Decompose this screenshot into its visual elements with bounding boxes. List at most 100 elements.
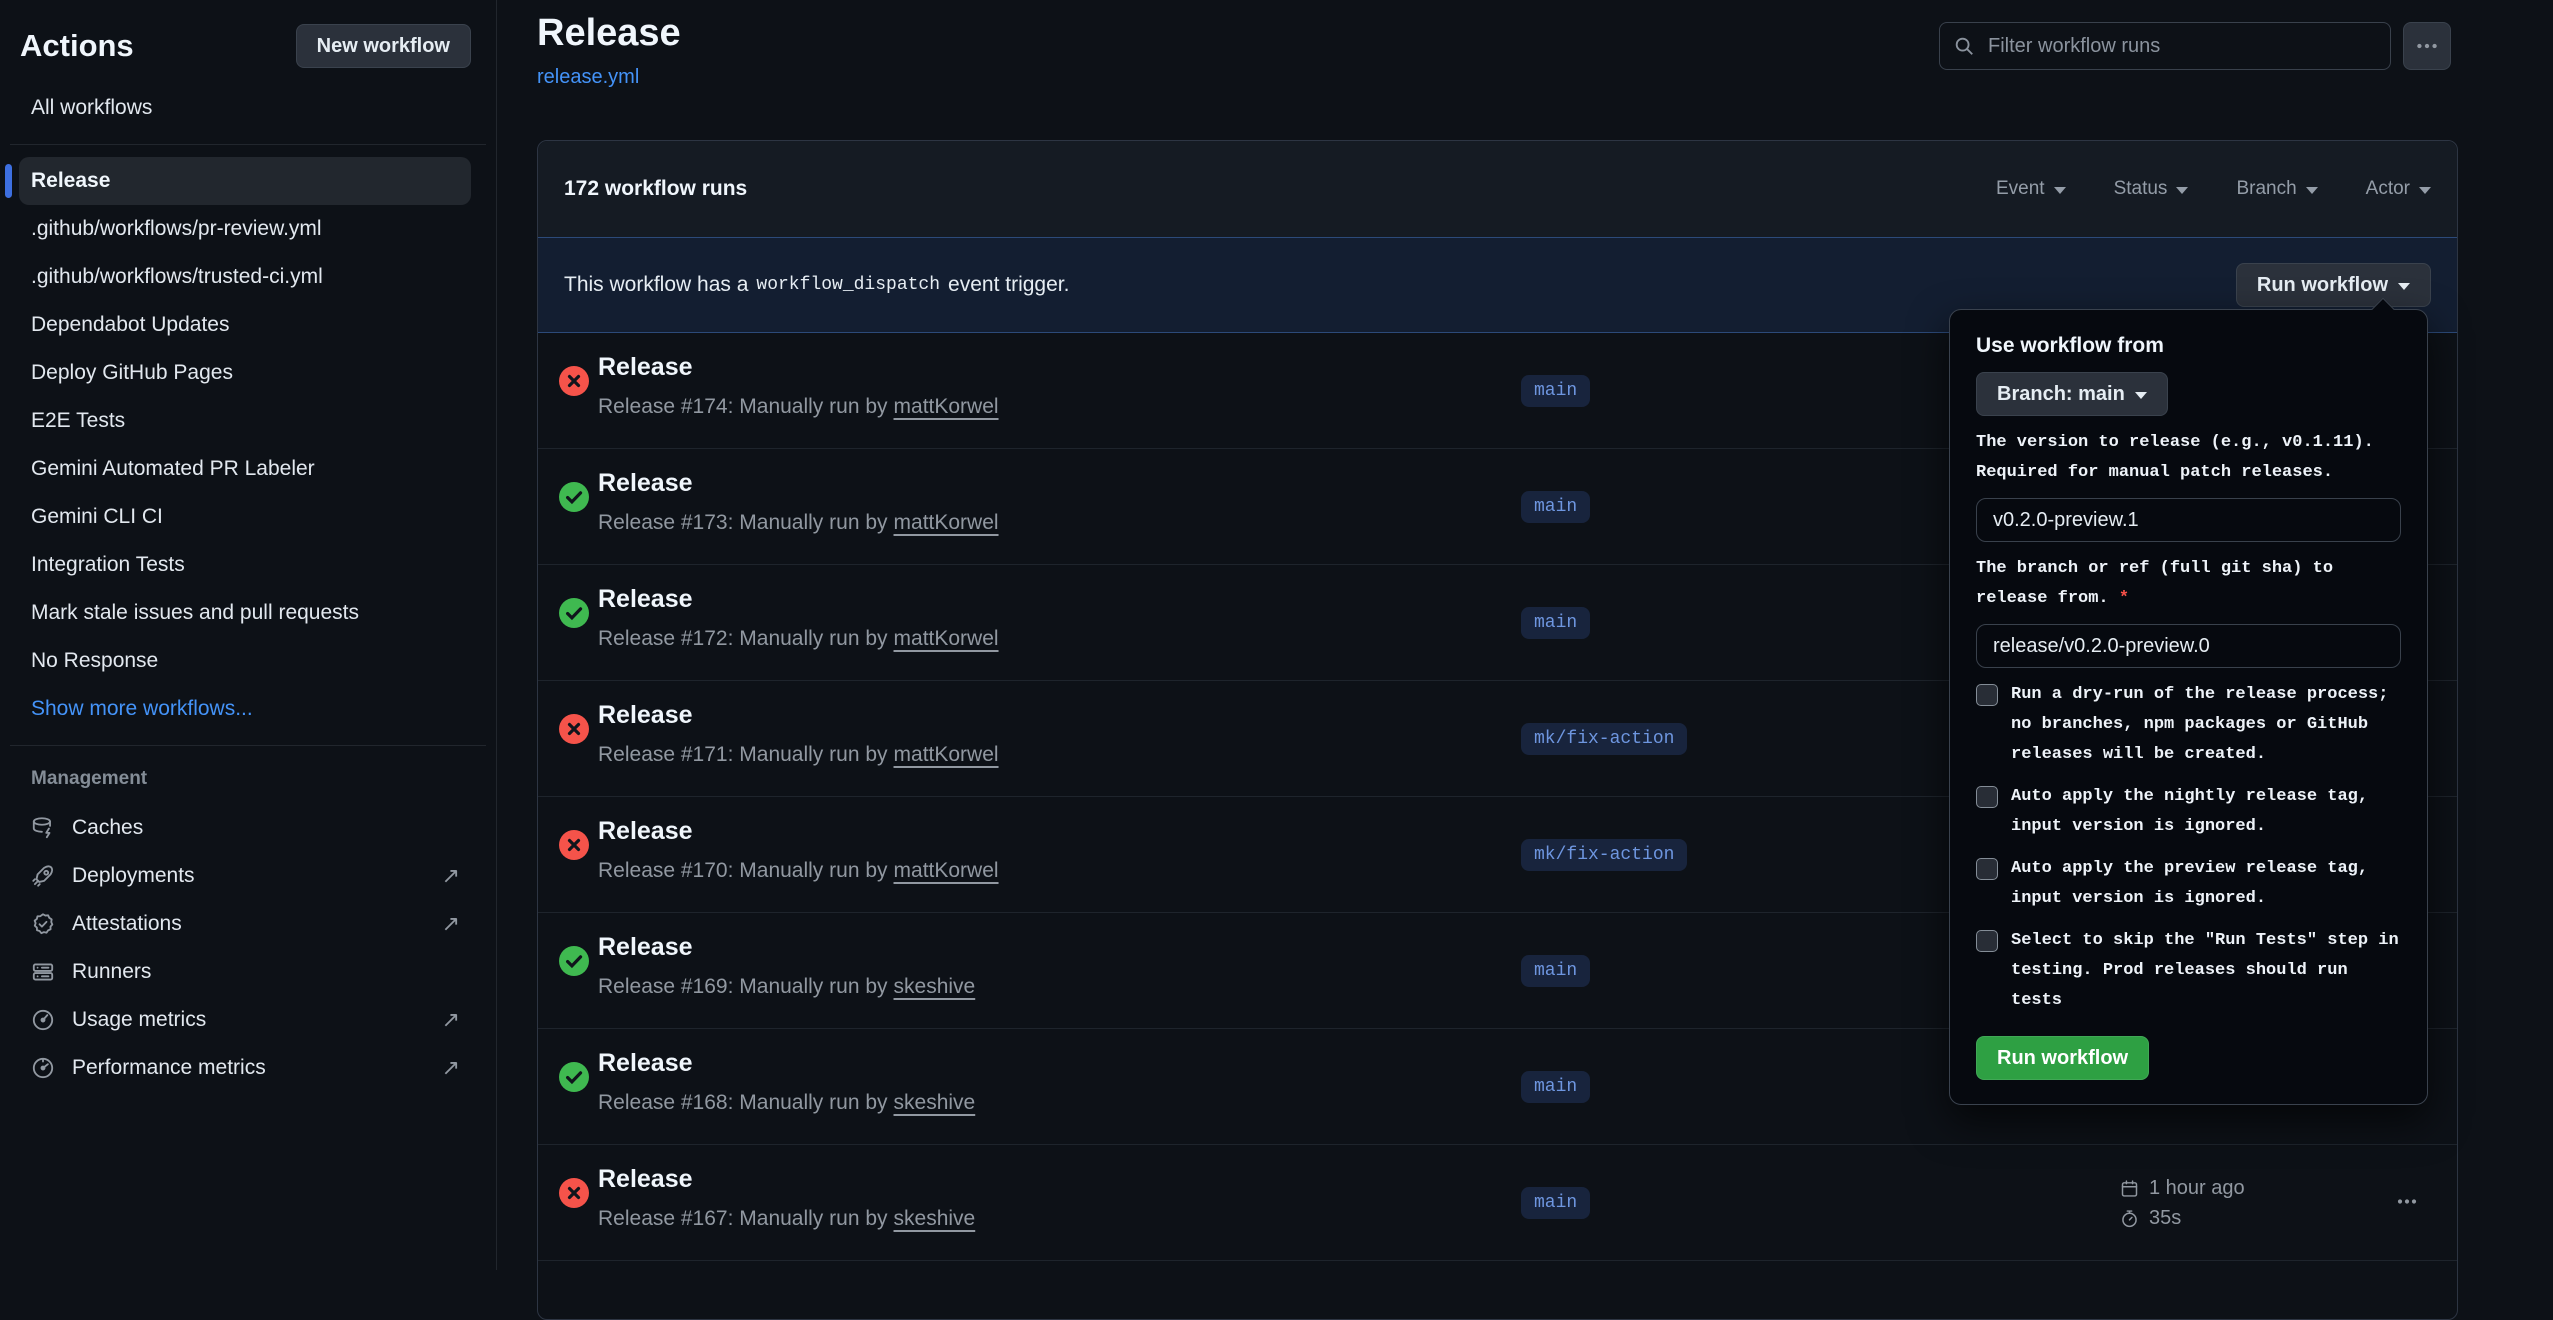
run-actor-link[interactable]: mattKorwel: [894, 627, 999, 651]
new-workflow-button[interactable]: New workflow: [296, 24, 471, 68]
run-actor-link[interactable]: skeshive: [894, 1207, 976, 1231]
sidebar-item-trusted-ci[interactable]: .github/workflows/trusted-ci.yml: [19, 253, 471, 301]
run-actor-link[interactable]: mattKorwel: [894, 395, 999, 419]
sidebar-item-release[interactable]: Release: [19, 157, 471, 205]
sidebar-item-deployments[interactable]: Deployments ↗: [0, 852, 496, 900]
cache-icon: [30, 815, 56, 841]
sidebar-header: Actions New workflow: [0, 0, 496, 68]
sidebar-item-performance-metrics[interactable]: Performance metrics ↗: [0, 1044, 496, 1092]
runs-count: 172 workflow runs: [564, 177, 747, 201]
page-title: Release: [537, 12, 681, 55]
run-title-link[interactable]: Release: [598, 585, 693, 614]
run-title-link[interactable]: Release: [598, 817, 693, 846]
status-icon: [559, 946, 589, 976]
external-link-arrow: ↗: [442, 911, 460, 937]
run-title-link[interactable]: Release: [598, 1165, 693, 1194]
run-workflow-panel: Use workflow from Branch: main The versi…: [1949, 309, 2428, 1105]
status-icon: [559, 830, 589, 860]
sidebar-item-no-response[interactable]: No Response: [19, 637, 471, 685]
branch-label[interactable]: mk/fix-action: [1521, 839, 1687, 871]
sidebar-item-gemini-cli-ci[interactable]: Gemini CLI CI: [19, 493, 471, 541]
sidebar-title: Actions: [20, 28, 134, 64]
run-subtitle: Release #169: Manually run by skeshive: [598, 975, 975, 999]
sidebar-item-pr-review[interactable]: .github/workflows/pr-review.yml: [19, 205, 471, 253]
dry-run-checkbox[interactable]: Run a dry-run of the release process; no…: [1976, 680, 2401, 770]
filter-event-dropdown[interactable]: Event: [1996, 178, 2066, 200]
verified-icon: [30, 911, 56, 937]
workflow-list: All workflows Release .github/workflows/…: [0, 84, 496, 733]
ellipsis-icon: [2414, 33, 2440, 59]
run-workflow-dropdown-button[interactable]: Run workflow: [2236, 263, 2431, 307]
version-input[interactable]: [1976, 498, 2401, 542]
sidebar-item-deploy-github-pages[interactable]: Deploy GitHub Pages: [19, 349, 471, 397]
filter-branch-dropdown[interactable]: Branch: [2236, 178, 2317, 200]
sidebar-item-usage-metrics[interactable]: Usage metrics ↗: [0, 996, 496, 1044]
top-actions: [1939, 22, 2451, 70]
runs-list-header: 172 workflow runs Event Status Branch Ac…: [538, 141, 2457, 237]
sidebar-item-integration-tests[interactable]: Integration Tests: [19, 541, 471, 589]
branch-label[interactable]: main: [1521, 607, 1590, 639]
branch-label[interactable]: main: [1521, 1187, 1590, 1219]
calendar-icon: [2119, 1178, 2140, 1199]
filter-actor-dropdown[interactable]: Actor: [2366, 178, 2431, 200]
sidebar-item-mark-stale[interactable]: Mark stale issues and pull requests: [19, 589, 471, 637]
sidebar-item-e2e-tests[interactable]: E2E Tests: [19, 397, 471, 445]
branch-label[interactable]: main: [1521, 1071, 1590, 1103]
ref-input-description: The branch or ref (full git sha) to rele…: [1976, 554, 2401, 614]
search-icon: [1953, 35, 1975, 57]
run-actor-link[interactable]: mattKorwel: [894, 743, 999, 767]
gauge-icon: [30, 1055, 56, 1081]
workflow-dispatch-code: workflow_dispatch: [756, 275, 940, 295]
run-actor-link[interactable]: skeshive: [894, 1091, 976, 1115]
run-subtitle: Release #171: Manually run by mattKorwel: [598, 743, 999, 767]
run-actor-link[interactable]: mattKorwel: [894, 511, 999, 535]
nightly-tag-checkbox[interactable]: Auto apply the nightly release tag, inpu…: [1976, 782, 2401, 842]
status-icon: [559, 1178, 589, 1208]
sidebar-item-dependabot-updates[interactable]: Dependabot Updates: [19, 301, 471, 349]
branch-label[interactable]: main: [1521, 375, 1590, 407]
branch-select-button[interactable]: Branch: main: [1976, 372, 2168, 416]
run-title-link[interactable]: Release: [598, 933, 693, 962]
chevron-down-icon: [2176, 187, 2188, 194]
run-subtitle: Release #174: Manually run by mattKorwel: [598, 395, 999, 419]
preview-tag-checkbox[interactable]: Auto apply the preview release tag, inpu…: [1976, 854, 2401, 914]
selected-indicator: [5, 164, 12, 198]
run-actor-link[interactable]: skeshive: [894, 975, 976, 999]
sidebar-item-caches[interactable]: Caches: [0, 804, 496, 852]
panel-title: Use workflow from: [1976, 334, 2401, 358]
filter-workflow-runs-input[interactable]: [1939, 22, 2391, 70]
run-menu-button[interactable]: [2387, 1181, 2427, 1224]
checkbox-icon: [1976, 858, 1998, 880]
status-icon: [559, 1062, 589, 1092]
run-subtitle: Release #167: Manually run by skeshive: [598, 1207, 975, 1231]
run-workflow-submit-button[interactable]: Run workflow: [1976, 1036, 2149, 1080]
sidebar-item-all-workflows[interactable]: All workflows: [19, 84, 471, 132]
run-subtitle: Release #172: Manually run by mattKorwel: [598, 627, 999, 651]
workflow-file-link[interactable]: release.yml: [537, 66, 639, 89]
branch-label[interactable]: mk/fix-action: [1521, 723, 1687, 755]
run-title-link[interactable]: Release: [598, 701, 693, 730]
banner-text: This workflow has a workflow_dispatch ev…: [564, 273, 1069, 297]
branch-label[interactable]: main: [1521, 955, 1590, 987]
show-more-workflows-link[interactable]: Show more workflows...: [19, 685, 471, 733]
workflow-options-button[interactable]: [2403, 22, 2451, 70]
chevron-down-icon: [2398, 283, 2410, 290]
checkbox-icon: [1976, 930, 1998, 952]
external-link-arrow: ↗: [442, 1055, 460, 1081]
run-actor-link[interactable]: mattKorwel: [894, 859, 999, 883]
branch-label[interactable]: main: [1521, 491, 1590, 523]
sidebar-item-label: Runners: [72, 960, 151, 984]
sidebar-item-runners[interactable]: Runners: [0, 948, 496, 996]
ref-input[interactable]: [1976, 624, 2401, 668]
run-title-link[interactable]: Release: [598, 353, 693, 382]
sidebar-item-attestations[interactable]: Attestations ↗: [0, 900, 496, 948]
filter-status-dropdown[interactable]: Status: [2114, 178, 2189, 200]
workflow-run-row[interactable]: Release Release #167: Manually run by sk…: [538, 1145, 2457, 1261]
sidebar-item-gemini-pr-labeler[interactable]: Gemini Automated PR Labeler: [19, 445, 471, 493]
chevron-down-icon: [2135, 392, 2147, 399]
status-icon: [559, 482, 589, 512]
run-title-link[interactable]: Release: [598, 1049, 693, 1078]
skip-tests-checkbox[interactable]: Select to skip the "Run Tests" step in t…: [1976, 926, 2401, 1016]
meter-icon: [30, 1007, 56, 1033]
run-title-link[interactable]: Release: [598, 469, 693, 498]
